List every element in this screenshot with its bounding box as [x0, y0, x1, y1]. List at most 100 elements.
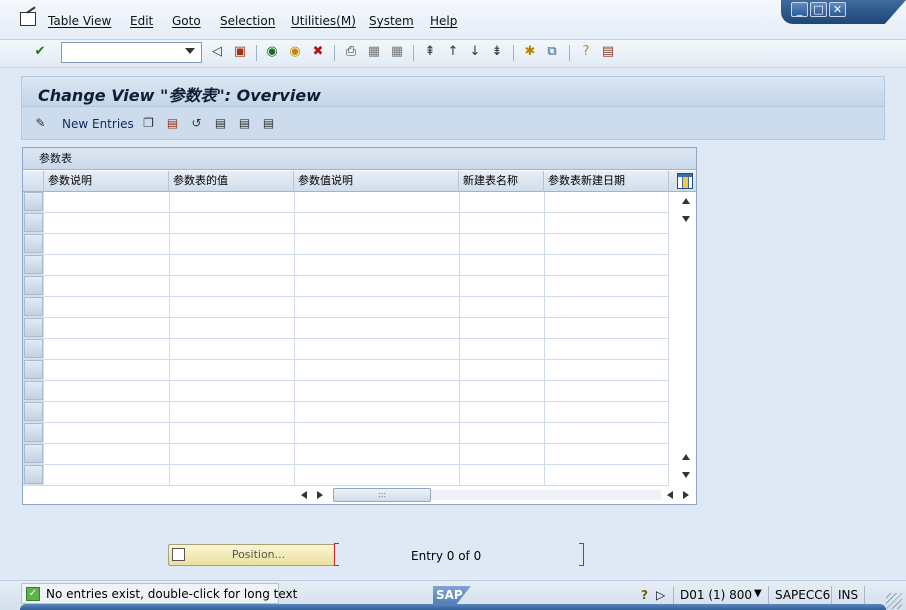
title-area: Change View "参数表": Overview ✎ New Entrie…: [21, 76, 885, 140]
row-selector[interactable]: [24, 234, 43, 253]
row-selector[interactable]: [24, 423, 43, 442]
column-header[interactable]: 参数说明: [44, 171, 169, 192]
scroll-thumb[interactable]: :::: [333, 488, 431, 502]
close-button[interactable]: ✕: [829, 2, 846, 17]
copy-as-icon[interactable]: ❐: [141, 116, 156, 131]
row-selector[interactable]: [24, 402, 43, 421]
exit-icon[interactable]: ◉: [287, 44, 303, 60]
column-header[interactable]: 参数表的值: [169, 171, 294, 192]
scroll-right-icon[interactable]: [317, 491, 323, 499]
new-entries-button[interactable]: New Entries: [62, 117, 134, 131]
save-icon[interactable]: ▣: [232, 44, 248, 60]
menu-item-system[interactable]: System: [369, 14, 414, 28]
horizontal-scrollbar[interactable]: :::: [295, 486, 695, 504]
entry-count: Entry 0 of 0: [411, 549, 482, 563]
status-expand-icon[interactable]: ▷: [656, 588, 665, 602]
maximize-button[interactable]: □: [810, 2, 827, 17]
delete-icon[interactable]: ▤: [165, 116, 180, 131]
scroll-down-icon[interactable]: [682, 472, 690, 478]
table-settings-icon[interactable]: [677, 173, 693, 189]
resize-grip-icon[interactable]: [886, 593, 902, 609]
help-icon[interactable]: ?: [578, 44, 594, 60]
row-selector[interactable]: [24, 318, 43, 337]
position-button[interactable]: Position...: [168, 544, 335, 566]
select-all-icon[interactable]: ▤: [213, 116, 228, 131]
layout-menu-icon[interactable]: ▤: [600, 44, 616, 60]
command-field[interactable]: [61, 42, 202, 63]
row-selector[interactable]: [24, 297, 43, 316]
column-divider: [544, 192, 545, 486]
scroll-left-icon[interactable]: [667, 491, 673, 499]
status-message-text: No entries exist, double-click for long …: [46, 587, 298, 601]
row-selector[interactable]: [24, 465, 43, 484]
scroll-page-up-icon[interactable]: [682, 198, 690, 204]
select-block-icon[interactable]: ▤: [237, 116, 252, 131]
menu-icon[interactable]: [20, 12, 36, 26]
next-page-icon[interactable]: ↓: [467, 44, 483, 60]
cancel-icon[interactable]: ✖: [310, 44, 326, 60]
column-header[interactable]: 新建表名称: [459, 171, 544, 192]
enter-check-icon[interactable]: ✔: [32, 44, 48, 60]
system-info[interactable]: D01 (1) 800: [680, 588, 752, 602]
find-next-icon[interactable]: ▦: [389, 44, 405, 60]
toolbar-separator: [413, 45, 414, 61]
menu-bar: Table View Edit Goto Selection Utilities…: [0, 0, 906, 40]
previous-page-icon[interactable]: ↑: [445, 44, 461, 60]
menu-item-selection[interactable]: Selection: [220, 14, 275, 28]
print-icon[interactable]: ⎙: [343, 44, 359, 60]
standard-toolbar: ✔ ◁ ▣ ◉ ◉ ✖ ⎙ ▦ ▦ ⇞ ↑ ↓ ⇟ ✱ ⧉ ? ▤: [0, 40, 906, 68]
column-divider: [668, 192, 669, 486]
row-selector[interactable]: [24, 276, 43, 295]
scroll-track[interactable]: [431, 490, 661, 500]
scroll-up-icon[interactable]: [682, 454, 690, 460]
insert-mode: INS: [838, 588, 859, 602]
menu-item-edit[interactable]: Edit: [130, 14, 153, 28]
scroll-right-icon[interactable]: [683, 491, 689, 499]
first-page-icon[interactable]: ⇞: [422, 44, 438, 60]
back-arrow-icon[interactable]: ◁: [209, 44, 225, 60]
chevron-down-icon[interactable]: ▼: [754, 588, 762, 599]
undo-change-icon[interactable]: ↺: [189, 116, 204, 131]
row-selector[interactable]: [24, 192, 43, 211]
row-selector[interactable]: [24, 255, 43, 274]
position-icon: [172, 548, 185, 561]
toolbar-separator: [569, 45, 570, 61]
row-selector[interactable]: [24, 339, 43, 358]
deselect-all-icon[interactable]: ▤: [261, 116, 276, 131]
table-header-row: 参数说明 参数表的值 参数值说明 新建表名称 参数表新建日期: [23, 171, 696, 192]
table-control: 参数表 参数说明 参数表的值 参数值说明 新建表名称 参数表新建日期:::: [22, 147, 697, 505]
status-separator: [831, 586, 832, 604]
find-icon[interactable]: ▦: [366, 44, 382, 60]
help-icon[interactable]: ?: [641, 588, 648, 602]
status-message[interactable]: ✓ No entries exist, double-click for lon…: [21, 583, 297, 604]
table-grid[interactable]: [44, 192, 669, 486]
menu-item-help[interactable]: Help: [430, 14, 457, 28]
create-session-icon[interactable]: ✱: [522, 44, 538, 60]
chevron-down-icon[interactable]: [185, 48, 195, 54]
status-separator: [768, 586, 769, 604]
last-page-icon[interactable]: ⇟: [489, 44, 505, 60]
application-toolbar: ✎ New Entries ❐ ▤ ↺ ▤ ▤ ▤: [22, 108, 884, 140]
column-divider: [294, 192, 295, 486]
shortcut-icon[interactable]: ⧉: [544, 44, 560, 60]
column-divider: [459, 192, 460, 486]
menu-item-table-view[interactable]: Table View: [48, 14, 111, 28]
entry-bracket-right: [579, 543, 584, 566]
header-select-all[interactable]: [23, 171, 44, 192]
toolbar-separator: [513, 45, 514, 61]
scroll-page-down-icon[interactable]: [682, 216, 690, 222]
menu-item-utilities[interactable]: Utilities(M): [291, 14, 356, 28]
minimize-button[interactable]: _: [791, 2, 808, 17]
back-icon[interactable]: ◉: [264, 44, 280, 60]
row-selector[interactable]: [24, 444, 43, 463]
column-header[interactable]: 参数表新建日期: [544, 171, 669, 192]
row-selector[interactable]: [24, 381, 43, 400]
row-selector[interactable]: [24, 360, 43, 379]
new-entries-icon[interactable]: ✎: [33, 116, 48, 131]
vertical-scrollbar[interactable]: [677, 192, 696, 486]
row-selector[interactable]: [24, 213, 43, 232]
column-header[interactable]: 参数值说明: [294, 171, 459, 192]
menu-item-goto[interactable]: Goto: [172, 14, 201, 28]
scroll-left-icon[interactable]: [301, 491, 307, 499]
table-caption: 参数表: [23, 148, 696, 170]
